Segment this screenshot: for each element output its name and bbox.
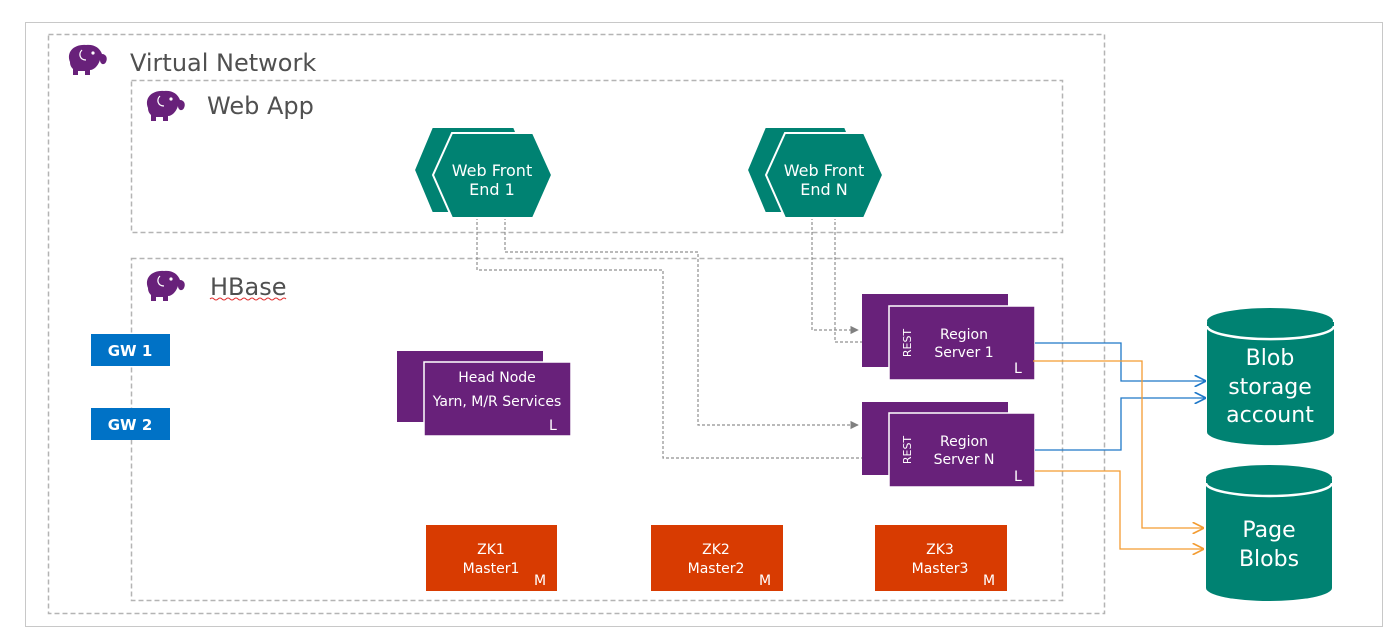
blob-label-1: Blob xyxy=(1246,346,1295,371)
elephant-icon xyxy=(146,270,186,302)
architecture-diagram: Virtual Network Web App HBase Web Front … xyxy=(25,22,1383,627)
zk3-label-2: Master3 xyxy=(912,561,969,577)
zookeeper-1: ZK1 Master1 M xyxy=(426,525,557,591)
link-rs1-blob xyxy=(1035,342,1205,381)
region-server-n: REST Region Server N L xyxy=(862,402,1036,488)
blob-storage-cylinder: Blob storage account xyxy=(1205,308,1336,446)
zookeeper-3: ZK3 Master3 M xyxy=(875,525,1007,591)
pageblobs-label-2: Blobs xyxy=(1239,547,1299,572)
rs1-rest-label: REST xyxy=(901,329,914,358)
zk2-label-1: ZK2 xyxy=(702,542,730,558)
gw2-label: GW 2 xyxy=(108,416,153,434)
web-app-title: Web App xyxy=(207,92,314,120)
rs1-tag: L xyxy=(1014,361,1022,377)
web-front-end-n: Web Front End N xyxy=(745,126,885,219)
rs1-label-1: Region xyxy=(940,327,988,343)
rsN-label-2: Server N xyxy=(934,452,995,468)
rsN-label-1: Region xyxy=(940,434,988,450)
region-server-1: REST Region Server 1 L xyxy=(862,294,1036,381)
hbase-title: HBase xyxy=(210,273,287,301)
gw1-label: GW 1 xyxy=(108,342,153,360)
link-rsN-blob xyxy=(1035,398,1205,451)
blob-label-2: storage xyxy=(1228,375,1312,400)
zk1-label-1: ZK1 xyxy=(477,542,505,558)
zk3-tag: M xyxy=(983,573,995,589)
elephant-icon xyxy=(146,90,186,122)
blob-label-3: account xyxy=(1226,403,1314,428)
web-front-end-1: Web Front End 1 xyxy=(412,126,554,219)
page-blobs-cylinder: Page Blobs xyxy=(1204,465,1334,601)
wfe1-label-1: Web Front xyxy=(452,161,532,180)
head-node: Head Node Yarn, M/R Services L xyxy=(397,351,572,437)
wfeN-label-1: Web Front xyxy=(784,161,864,180)
gateway-2: GW 2 xyxy=(91,408,170,440)
wfeN-label-2: End N xyxy=(800,180,847,199)
rsN-tag: L xyxy=(1014,469,1022,485)
link-rs1-pageblobs xyxy=(1033,360,1203,528)
link-rsN-pageblobs xyxy=(1035,470,1203,549)
zk1-tag: M xyxy=(534,573,546,589)
head-node-tag: L xyxy=(549,418,557,434)
zk1-label-2: Master1 xyxy=(463,561,520,577)
zk2-label-2: Master2 xyxy=(688,561,745,577)
elephant-icon xyxy=(68,44,108,76)
zookeeper-2: ZK2 Master2 M xyxy=(651,525,783,591)
pageblobs-label-1: Page xyxy=(1242,518,1295,543)
head-node-title: Head Node xyxy=(458,370,536,386)
virtual-network-title: Virtual Network xyxy=(130,49,316,77)
zk3-label-1: ZK3 xyxy=(926,542,954,558)
rs1-label-2: Server 1 xyxy=(934,345,993,361)
rsN-rest-label: REST xyxy=(901,436,914,465)
head-node-services: Yarn, M/R Services xyxy=(432,394,562,410)
wfe1-label-2: End 1 xyxy=(469,180,515,199)
zk2-tag: M xyxy=(759,573,771,589)
gateway-1: GW 1 xyxy=(91,334,170,366)
